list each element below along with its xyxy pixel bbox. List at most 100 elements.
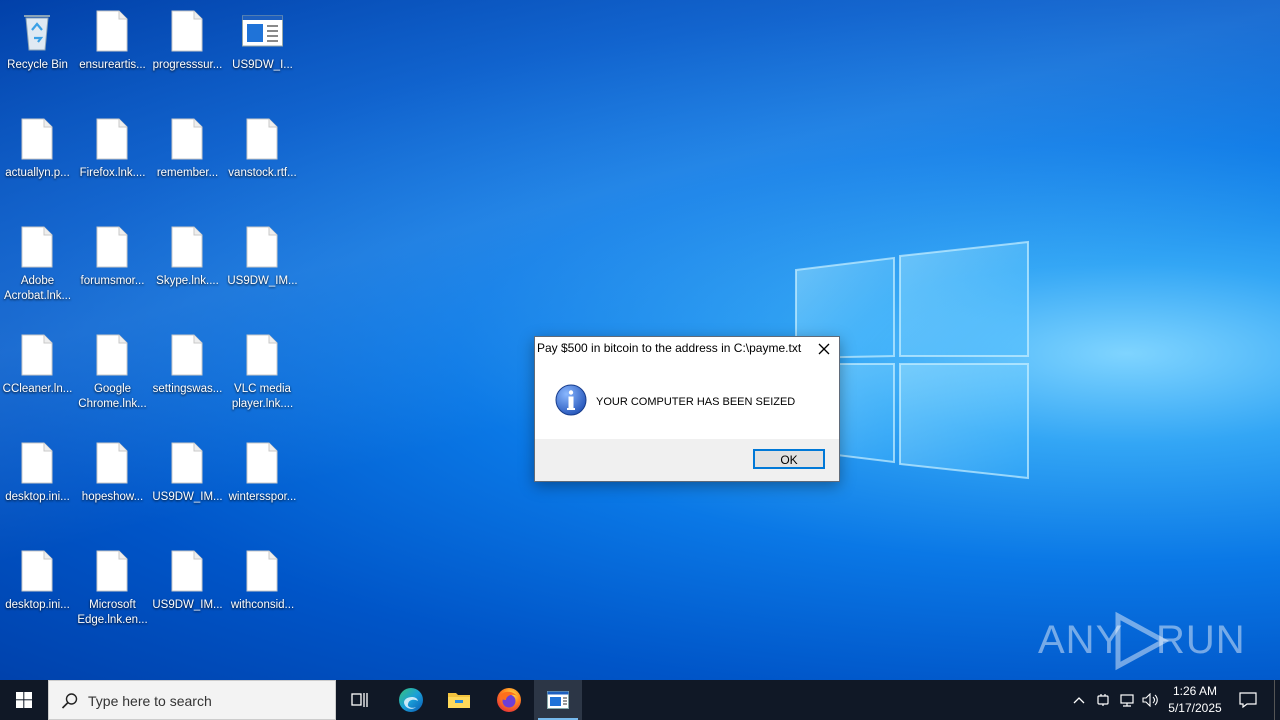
desktop-icon-label: CCleaner.ln... [2,383,73,395]
message-box-taskbar-button[interactable] [534,680,582,720]
recycle-bin-icon [24,15,50,51]
desktop-icon[interactable]: US9DW_IM... [225,216,300,320]
clock-time: 1:26 AM [1172,684,1218,698]
desktop-icon[interactable]: VLC media player.lnk.... [225,324,300,428]
file-icon [21,550,53,592]
file-icon [246,334,278,376]
desktop-icon-label: Recycle Bin [7,59,68,71]
file-explorer-icon [448,693,470,708]
desktop-icon[interactable]: Microsoft Edge.lnk.en... [75,540,150,644]
file-icon [21,442,53,484]
desktop-icon-label: Microsoft Edge.lnk.en... [77,599,148,626]
desktop-icon-label: hopeshow... [81,491,144,503]
desktop-icon[interactable]: Google Chrome.lnk... [75,324,150,428]
desktop-icon-label: Google Chrome.lnk... [78,383,147,410]
desktop-icon-label: wintersspor... [228,491,297,503]
desktop-icon-label: progresssur... [152,59,223,71]
ok-button[interactable]: OK [753,449,825,469]
file-explorer-taskbar-button[interactable] [435,680,483,720]
desktop-icon[interactable]: desktop.ini... [0,540,75,644]
desktop-icon[interactable]: actuallyn.p... [0,108,75,212]
desktop-icon[interactable]: desktop.ini... [0,432,75,536]
desktop-icon-label: settingswas... [152,383,223,395]
file-icon [171,442,203,484]
file-icon [171,118,203,160]
network-icon [1120,694,1134,707]
desktop-icon-label: US9DW_IM... [227,275,298,287]
file-icon [246,226,278,268]
watermark-text-right: RUN [1156,618,1246,662]
network-button[interactable] [1116,680,1138,720]
info-icon [555,384,587,416]
device-icon [1097,694,1109,706]
ransom-message-dialog: Pay $500 in bitcoin to the address in C:… [534,336,840,482]
desktop-icon[interactable]: Skype.lnk.... [150,216,225,320]
desktop-icon[interactable]: withconsid... [225,540,300,644]
taskbar-clock[interactable]: 1:26 AM 5/17/2025 [1162,683,1228,717]
desktop-icon[interactable]: US9DW_IM... [150,432,225,536]
desktop-icon-label: US9DW_IM... [152,491,223,503]
file-icon [171,226,203,268]
desktop-icon-label: VLC media player.lnk.... [231,383,294,410]
desktop-icon-label: Skype.lnk.... [156,275,219,287]
desktop-icon[interactable]: CCleaner.ln... [0,324,75,428]
desktop-icon-label: vanstock.rtf... [228,167,297,179]
speaker-icon [1142,693,1158,707]
desktop-icon[interactable]: US9DW_IM... [150,540,225,644]
desktop-icon[interactable]: remember... [150,108,225,212]
desktop-icon-label: desktop.ini... [5,599,70,611]
desktop-icon-label: desktop.ini... [5,491,70,503]
file-icon [171,334,203,376]
file-icon [96,10,128,52]
app-window-icon [242,15,283,47]
firefox-icon [497,688,521,712]
file-icon [246,118,278,160]
desktop-icon-label: US9DW_IM... [152,599,223,611]
task-view-button[interactable] [336,680,384,720]
message-box-app-icon [547,691,569,709]
start-button[interactable] [0,680,48,720]
dialog-message: YOUR COMPUTER HAS BEEN SEIZED [596,396,796,408]
task-view-icon [351,693,368,707]
dialog-title: Pay $500 in bitcoin to the address in C:… [537,341,802,355]
desktop-icon[interactable]: Firefox.lnk.... [75,108,150,212]
taskbar-search-box[interactable]: Type here to search [48,680,336,720]
clock-date: 5/17/2025 [1168,701,1222,715]
file-icon [96,442,128,484]
desktop-icon[interactable]: Adobe Acrobat.lnk... [0,216,75,320]
action-center-button[interactable] [1232,680,1264,720]
dialog-footer: OK [535,439,839,481]
desktop-icon[interactable]: forumsmor... [75,216,150,320]
desktop-icon[interactable]: Recycle Bin [0,0,75,104]
desktop: Recycle Bin ensureartis... progresssur... U… [0,0,1280,680]
file-icon [96,226,128,268]
desktop-icon[interactable]: vanstock.rtf... [225,108,300,212]
desktop-icon[interactable]: wintersspor... [225,432,300,536]
show-hidden-icons-button[interactable] [1068,680,1090,720]
edge-icon [399,688,423,712]
notification-icon [1239,692,1257,708]
show-desktop-button[interactable] [1274,680,1280,720]
desktop-icon-label: actuallyn.p... [5,167,70,179]
desktop-icon[interactable]: US9DW_I... [225,0,300,104]
desktop-icon-label: withconsid... [230,599,295,611]
firefox-taskbar-button[interactable] [485,680,533,720]
desktop-icon-label: remember... [156,167,219,179]
edge-taskbar-button[interactable] [387,680,435,720]
search-icon [61,693,78,709]
file-icon [171,550,203,592]
file-icon [246,550,278,592]
close-button[interactable] [809,337,839,361]
volume-button[interactable] [1140,680,1162,720]
desktop-icon-label: US9DW_I... [232,59,293,71]
desktop-icon[interactable]: ensureartis... [75,0,150,104]
desktop-icon[interactable]: settingswas... [150,324,225,428]
desktop-icon[interactable]: progresssur... [150,0,225,104]
file-icon [21,226,53,268]
desktop-icon-label: forumsmor... [80,275,145,287]
file-icon [21,334,53,376]
tray-device-button[interactable] [1092,680,1114,720]
desktop-icon-label: Adobe Acrobat.lnk... [3,275,72,302]
desktop-icon[interactable]: hopeshow... [75,432,150,536]
file-icon [96,118,128,160]
